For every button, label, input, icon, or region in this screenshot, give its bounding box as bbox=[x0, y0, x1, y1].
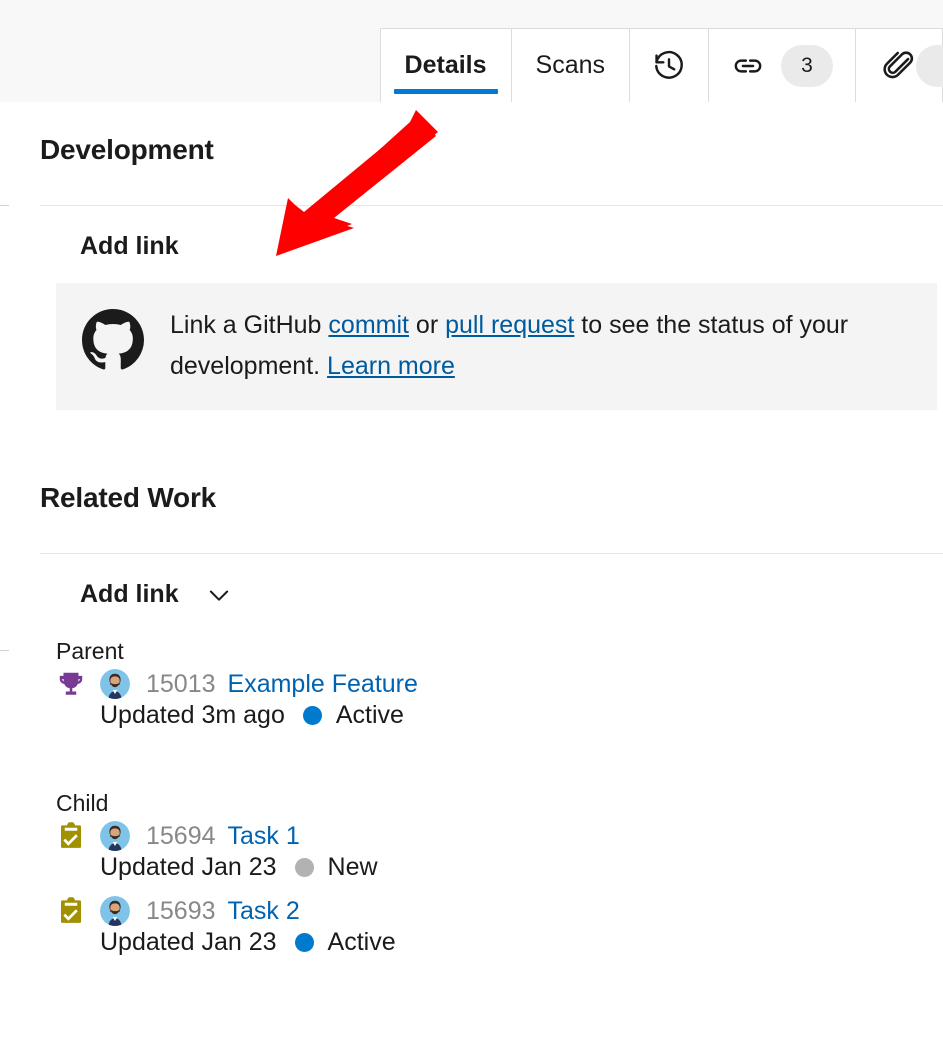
work-item-detail-panel: Details Scans bbox=[0, 0, 943, 1060]
related-item-updated: Updated Jan 23 bbox=[100, 928, 277, 957]
status-dot bbox=[295, 933, 314, 952]
github-banner-text: Link a GitHub commit or pull request to … bbox=[170, 305, 911, 386]
task-icon bbox=[56, 821, 86, 851]
trophy-icon bbox=[56, 669, 86, 699]
avatar bbox=[100, 669, 130, 699]
related-work-item-row[interactable]: 15013 Example Feature Updated 3m ago Act… bbox=[56, 669, 418, 730]
avatar bbox=[100, 821, 130, 851]
tab-details[interactable]: Details bbox=[380, 28, 511, 102]
link-icon bbox=[731, 49, 765, 83]
github-link-banner: Link a GitHub commit or pull request to … bbox=[56, 283, 937, 410]
related-item-secondary-line: Updated Jan 23 Active bbox=[100, 928, 396, 957]
related-work-add-link-label: Add link bbox=[80, 580, 179, 609]
tab-strip: Details Scans bbox=[380, 28, 943, 102]
tab-history[interactable] bbox=[629, 28, 708, 102]
development-section-title: Development bbox=[40, 134, 214, 166]
pull-request-link[interactable]: pull request bbox=[445, 311, 574, 339]
learn-more-link[interactable]: Learn more bbox=[327, 352, 455, 380]
related-item-primary-line: 15694 Task 1 bbox=[56, 821, 396, 851]
related-work-item-row[interactable]: 15693 Task 2 Updated Jan 23 Active bbox=[56, 896, 396, 957]
tab-links[interactable]: 3 bbox=[708, 28, 855, 102]
development-add-link-button[interactable]: Add link bbox=[80, 232, 179, 261]
related-item-title-link[interactable]: Task 1 bbox=[228, 822, 300, 851]
related-work-section-title: Related Work bbox=[40, 482, 216, 514]
links-count-badge: 3 bbox=[781, 45, 833, 87]
avatar bbox=[100, 896, 130, 926]
related-item-state: Active bbox=[336, 701, 404, 730]
paperclip-icon bbox=[882, 49, 916, 83]
status-dot bbox=[295, 858, 314, 877]
related-work-add-link-button[interactable]: Add link bbox=[80, 580, 233, 614]
related-item-state: New bbox=[328, 853, 378, 882]
github-icon bbox=[82, 309, 144, 376]
divider-edge-stub bbox=[0, 650, 9, 651]
history-icon bbox=[652, 49, 686, 83]
tab-attachments[interactable] bbox=[855, 28, 943, 102]
related-item-id: 15694 bbox=[146, 822, 216, 851]
related-item-secondary-line: Updated Jan 23 New bbox=[100, 853, 396, 882]
related-group-child: Child bbox=[56, 790, 396, 957]
tab-details-label: Details bbox=[405, 53, 487, 78]
related-group-label: Child bbox=[56, 790, 396, 817]
divider-edge-stub bbox=[0, 205, 9, 206]
development-divider bbox=[40, 205, 943, 206]
related-item-updated: Updated 3m ago bbox=[100, 701, 285, 730]
related-item-title-link[interactable]: Task 2 bbox=[228, 897, 300, 926]
related-group-parent: Parent bbox=[56, 638, 418, 730]
commit-link[interactable]: commit bbox=[328, 311, 409, 339]
tab-active-indicator bbox=[394, 89, 498, 94]
related-work-item-row[interactable]: 15694 Task 1 Updated Jan 23 New bbox=[56, 821, 396, 882]
related-item-updated: Updated Jan 23 bbox=[100, 853, 277, 882]
related-item-primary-line: 15693 Task 2 bbox=[56, 896, 396, 926]
related-work-divider bbox=[40, 553, 943, 554]
related-item-id: 15013 bbox=[146, 670, 216, 699]
related-item-title-link[interactable]: Example Feature bbox=[228, 670, 418, 699]
status-dot bbox=[303, 706, 322, 725]
related-group-label: Parent bbox=[56, 638, 418, 665]
tab-scans[interactable]: Scans bbox=[511, 28, 629, 102]
related-item-state: Active bbox=[328, 928, 396, 957]
tab-scans-label: Scans bbox=[536, 53, 605, 78]
github-text-part1: Link a GitHub bbox=[170, 311, 328, 339]
related-item-secondary-line: Updated 3m ago Active bbox=[100, 701, 418, 730]
attachments-count-badge-partial bbox=[916, 45, 943, 87]
github-text-part2: or bbox=[409, 311, 445, 339]
chevron-down-icon bbox=[205, 581, 233, 614]
development-add-link-label: Add link bbox=[80, 232, 179, 261]
related-item-id: 15693 bbox=[146, 897, 216, 926]
task-icon bbox=[56, 896, 86, 926]
detail-content: Development Add link Link a GitHub commi… bbox=[0, 102, 943, 1060]
related-item-primary-line: 15013 Example Feature bbox=[56, 669, 418, 699]
tab-bar: Details Scans bbox=[0, 0, 943, 102]
